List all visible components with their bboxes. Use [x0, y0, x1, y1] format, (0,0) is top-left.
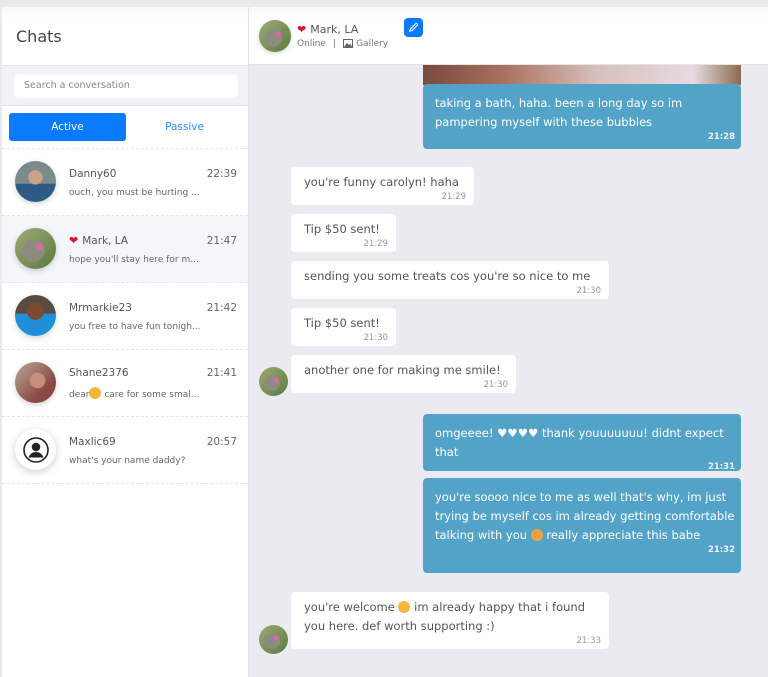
- chat-preview: care for some smal...: [104, 390, 200, 400]
- message-incoming: you're funny carolyn! haha 21:29: [291, 167, 474, 205]
- chat-preview-start: dear: [69, 390, 90, 400]
- message-text: taking a bath, haha. been a long day so …: [435, 96, 683, 129]
- chat-preview: ouch, you must be hurting ...: [69, 187, 200, 198]
- messenger-app: Chats Active Passive Danny60 22:39 ouch,…: [2, 7, 768, 677]
- kiss-emoji-icon: [89, 387, 102, 399]
- chat-time: 21:47: [206, 234, 237, 247]
- message-time: 21:29: [441, 192, 467, 202]
- message-text: another one for making me smile!: [304, 363, 501, 377]
- message-text: omgeeee! ♥♥♥♥ thank youuuuuuu! didnt exp…: [435, 426, 724, 459]
- search-container: [2, 66, 248, 106]
- heart-icon: ❤: [297, 22, 307, 36]
- chat-time: 20:57: [206, 435, 237, 448]
- default-avatar: [15, 429, 56, 470]
- chat-time: 21:41: [206, 367, 237, 379]
- chat-time: 22:39: [206, 167, 237, 180]
- message-time: 21:30: [576, 286, 602, 296]
- image-icon: [343, 39, 354, 48]
- message-text: Tip $50 sent!: [304, 222, 380, 236]
- sidebar-header: Chats: [2, 7, 248, 66]
- meta-separator: |: [333, 38, 337, 49]
- user-icon: [22, 436, 49, 463]
- contact-name: Mark, LA: [310, 22, 359, 36]
- chat-filter-tabs: Active Passive: [2, 106, 248, 149]
- online-status: Online: [297, 38, 327, 49]
- pencil-icon: [409, 22, 419, 32]
- message-incoming: sending you some treats cos you're so ni…: [291, 261, 609, 299]
- scrollbar[interactable]: [760, 65, 768, 677]
- chat-time: 21:42: [206, 301, 237, 314]
- message-text-wrapper: you're welcome im already happy that i f…: [304, 598, 601, 636]
- message-text: Tip $50 sent!: [304, 316, 380, 330]
- search-input[interactable]: [14, 73, 238, 98]
- message-outgoing: you're soooo nice to me as well that's w…: [423, 478, 741, 573]
- chat-preview: what's your name daddy?: [69, 455, 186, 466]
- conversation-panel: ❤ Mark, LA Online | Gallery taking a bat…: [249, 7, 768, 677]
- chat-preview: hope you'll stay here for m...: [69, 254, 199, 265]
- chat-sidebar: Chats Active Passive Danny60 22:39 ouch,…: [2, 7, 249, 677]
- chat-name: Shane2376: [69, 367, 129, 379]
- chat-name: Mrmarkie23: [69, 301, 132, 314]
- chat-name: Danny60: [69, 167, 117, 180]
- chat-preview-wrapper: dear care for some smal...: [69, 387, 237, 400]
- message-time: 21:31: [707, 462, 735, 472]
- chat-preview: you free to have fun tonigh...: [69, 321, 201, 332]
- avatar: [15, 295, 56, 336]
- message-time: 21:28: [707, 132, 735, 142]
- sidebar-title: Chats: [16, 26, 62, 46]
- gallery-label: Gallery: [356, 38, 389, 49]
- message-time: 21:30: [363, 333, 389, 343]
- hugging-face-emoji-icon: [530, 529, 543, 541]
- chat-list-item[interactable]: Mrmarkie23 21:42 you free to have fun to…: [2, 283, 248, 350]
- message-outgoing: omgeeee! ♥♥♥♥ thank youuuuuuu! didnt exp…: [423, 414, 741, 472]
- message-incoming: Tip $50 sent! 21:29: [291, 214, 396, 252]
- message-incoming: Tip $50 sent! 21:30: [291, 308, 396, 346]
- avatar: [15, 362, 56, 403]
- chat-list-item[interactable]: Maxlic69 20:57 what's your name daddy?: [2, 417, 248, 484]
- avatar: [15, 161, 56, 202]
- conversation-header: ❤ Mark, LA Online | Gallery: [249, 7, 768, 65]
- smiling-face-emoji-icon: [398, 601, 411, 613]
- tab-active[interactable]: Active: [9, 112, 126, 141]
- message-text-end: really appreciate this babe: [546, 528, 701, 542]
- edit-button[interactable]: [404, 18, 423, 37]
- heart-icon: ❤: [69, 234, 79, 247]
- message-photo[interactable]: [423, 65, 741, 85]
- message-incoming: you're welcome im already happy that i f…: [291, 592, 609, 649]
- chat-list-item[interactable]: Danny60 22:39 ouch, you must be hurting …: [2, 149, 248, 216]
- contact-avatar[interactable]: [259, 19, 291, 52]
- message-incoming: another one for making me smile! 21:30: [291, 355, 516, 393]
- message-time: 21:33: [576, 636, 602, 646]
- chat-name: Mark, LA: [82, 234, 129, 247]
- message-time: 21:30: [483, 380, 509, 390]
- message-outgoing: taking a bath, haha. been a long day so …: [423, 84, 741, 149]
- chat-name: Maxlic69: [69, 435, 116, 448]
- chat-list-item[interactable]: Shane2376 21:41 dear care for some smal.…: [2, 350, 248, 417]
- sender-avatar: [259, 367, 288, 396]
- gallery-link[interactable]: Gallery: [343, 39, 388, 49]
- message-text: sending you some treats cos you're so ni…: [304, 269, 591, 283]
- sender-avatar: [259, 625, 288, 654]
- message-thread: taking a bath, haha. been a long day so …: [249, 65, 768, 677]
- message-text: you're welcome: [304, 600, 395, 614]
- message-time: 21:32: [707, 545, 735, 555]
- tab-passive[interactable]: Passive: [126, 113, 243, 141]
- avatar: [15, 228, 56, 269]
- chat-list-item[interactable]: ❤ Mark, LA 21:47 hope you'll stay here f…: [2, 215, 248, 283]
- message-text-wrapper: you're soooo nice to me as well that's w…: [435, 488, 735, 545]
- message-time: 21:29: [363, 239, 389, 249]
- chat-name-wrapper: ❤ Mark, LA: [69, 235, 128, 247]
- chat-list: Danny60 22:39 ouch, you must be hurting …: [2, 149, 248, 677]
- message-text: you're funny carolyn! haha: [304, 175, 459, 189]
